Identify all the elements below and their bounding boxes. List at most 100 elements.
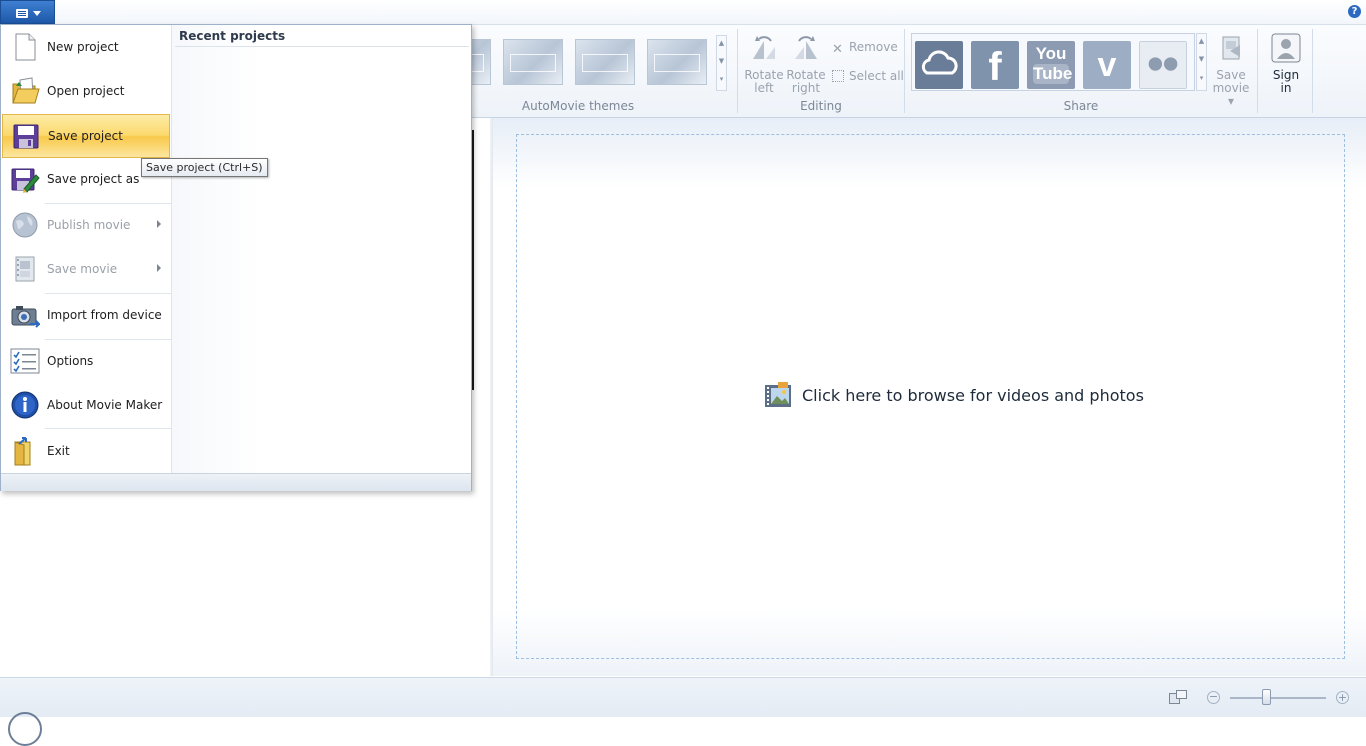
menu-item-open-project[interactable]: Open project <box>2 70 170 112</box>
rotate-right-button[interactable]: Rotate right <box>786 33 826 95</box>
thumbnail-size-icon[interactable] <box>1169 690 1187 704</box>
new-document-icon <box>15 33 36 61</box>
menu-item-about-movie-maker[interactable]: About Movie Maker <box>2 384 170 426</box>
menu-item-new-project[interactable]: New project <box>2 26 170 68</box>
share-gallery-scroller[interactable]: ▲ ▼ ▾ <box>1196 33 1207 91</box>
youtube-icon-top: You <box>1035 44 1067 63</box>
menu-item-label: Import from device <box>47 308 162 322</box>
floppy-disk-icon <box>13 124 39 149</box>
group-divider <box>1312 29 1313 113</box>
vimeo-share-button[interactable]: v <box>1083 41 1131 89</box>
select-all-button[interactable]: Select all <box>832 69 904 83</box>
gallery-more-icon[interactable]: ▾ <box>1197 71 1206 89</box>
save-movie-button[interactable]: Save movie ▾ <box>1211 33 1251 108</box>
browse-videos-photos-link[interactable]: Click here to browse for videos and phot… <box>764 381 1144 409</box>
save-project-tooltip: Save project (Ctrl+S) <box>141 158 268 177</box>
youtube-icon-bottom: Tube <box>1033 64 1073 84</box>
scroll-down-icon[interactable]: ▼ <box>1197 52 1206 70</box>
menu-item-save-movie[interactable]: Save movie <box>2 248 170 290</box>
menu-commands: New project Open project Save project Sa… <box>1 25 172 473</box>
recent-projects-panel: Recent projects <box>172 25 471 473</box>
group-divider <box>1257 29 1258 113</box>
cloud-icon <box>921 50 958 75</box>
theme-thumbnail[interactable] <box>647 39 707 85</box>
photo-video-icon <box>765 382 791 407</box>
menu-item-label: Options <box>47 354 94 368</box>
rotate-left-label-2: left <box>754 81 774 95</box>
open-folder-icon <box>12 77 40 104</box>
menu-item-options[interactable]: Options <box>2 340 170 382</box>
title-bar: ? <box>0 0 1366 25</box>
select-all-icon <box>832 70 844 82</box>
gallery-more-icon[interactable]: ▾ <box>717 72 726 90</box>
remove-label: Remove <box>849 40 898 54</box>
zoom-in-button[interactable]: + <box>1336 691 1349 704</box>
remove-button[interactable]: ✕ Remove <box>832 40 898 56</box>
menu-item-label: Save project <box>48 129 123 143</box>
app-menu-button[interactable] <box>0 0 55 24</box>
theme-thumbnail[interactable] <box>503 39 563 85</box>
menu-item-label: New project <box>47 40 119 54</box>
zoom-out-button[interactable]: − <box>1207 691 1220 704</box>
vimeo-icon: v <box>1097 46 1117 84</box>
facebook-share-button[interactable]: f <box>971 41 1019 89</box>
menu-separator <box>45 428 171 429</box>
menu-item-label: Publish movie <box>47 218 131 232</box>
sign-in-button[interactable]: Sign in <box>1266 33 1306 95</box>
rotate-right-icon <box>795 36 817 59</box>
scroll-up-icon[interactable]: ▲ <box>1197 34 1206 52</box>
application-menu: New project Open project Save project Sa… <box>0 24 472 491</box>
status-indicator <box>8 712 42 746</box>
zoom-slider-track[interactable] <box>1230 697 1326 699</box>
submenu-arrow-icon <box>157 220 161 228</box>
menu-icon <box>16 9 28 18</box>
theme-thumbnail[interactable] <box>575 39 635 85</box>
select-all-label: Select all <box>849 69 904 83</box>
user-icon <box>1271 33 1301 63</box>
facebook-icon: f <box>988 45 1002 89</box>
save-movie-label-2: movie ▾ <box>1212 81 1250 108</box>
info-icon <box>11 391 39 419</box>
menu-item-label: Save project as <box>47 172 140 186</box>
sign-in-label-2: in <box>1280 81 1292 95</box>
recent-projects-divider <box>175 46 469 47</box>
save-movie-icon <box>1222 36 1240 60</box>
onedrive-share-button[interactable] <box>915 41 963 89</box>
menu-item-label: Open project <box>47 84 125 98</box>
save-as-icon <box>11 168 40 193</box>
group-divider <box>904 29 905 113</box>
rotate-left-button[interactable]: Rotate left <box>744 33 784 95</box>
menu-item-publish-movie[interactable]: Publish movie <box>2 204 170 246</box>
group-label-editing: Editing <box>800 99 842 113</box>
themes-gallery-scroller[interactable]: ▲ ▼ ▾ <box>716 35 727 91</box>
submenu-arrow-icon <box>157 264 161 272</box>
recent-projects-title: Recent projects <box>179 29 286 43</box>
exit-door-icon <box>14 437 31 466</box>
remove-x-icon: ✕ <box>832 42 843 57</box>
group-label-automovie-themes: AutoMovie themes <box>521 99 635 113</box>
chevron-down-icon <box>33 11 41 16</box>
group-divider <box>737 29 738 113</box>
menu-item-import-from-device[interactable]: Import from device <box>2 294 170 336</box>
status-bar: − + <box>0 677 1366 746</box>
share-gallery: f You Tube v ▲ ▼ ▾ <box>911 33 1207 91</box>
rotate-left-icon <box>753 36 775 59</box>
flickr-share-button[interactable] <box>1139 41 1187 89</box>
youtube-share-button[interactable]: You Tube <box>1027 41 1075 89</box>
browse-drop-zone[interactable]: Click here to browse for videos and phot… <box>516 134 1345 659</box>
menu-item-label: About Movie Maker <box>47 398 163 412</box>
scroll-up-icon[interactable]: ▲ <box>717 36 726 54</box>
group-label-share: Share <box>1063 99 1099 113</box>
zoom-slider-thumb[interactable] <box>1261 689 1271 705</box>
flickr-icon <box>1148 57 1178 71</box>
menu-item-save-project[interactable]: Save project <box>2 114 170 158</box>
help-icon[interactable]: ? <box>1348 5 1361 18</box>
rotate-right-label-2: right <box>791 81 821 95</box>
storyboard-pane: Click here to browse for videos and phot… <box>493 118 1366 676</box>
globe-icon <box>12 212 38 238</box>
film-icon <box>15 256 35 282</box>
scroll-down-icon[interactable]: ▼ <box>717 54 726 72</box>
menu-item-exit[interactable]: Exit <box>2 430 170 472</box>
menu-footer <box>1 473 471 491</box>
menu-item-label: Exit <box>47 444 70 458</box>
